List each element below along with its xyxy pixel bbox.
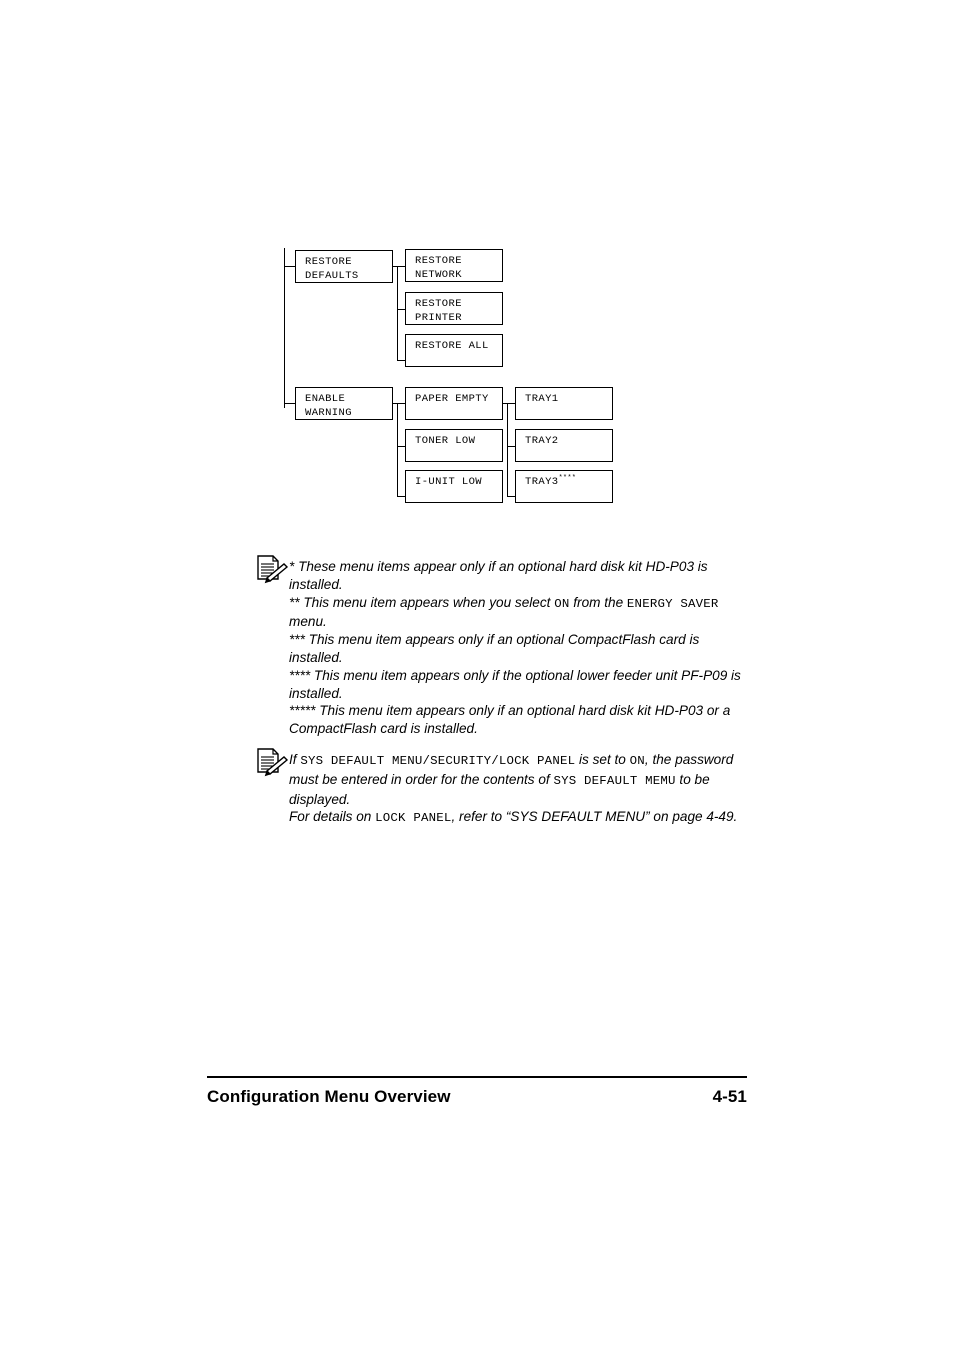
menu-node-tray2[interactable]: TRAY2 <box>515 429 613 462</box>
tree-trunk-tray-children <box>507 403 508 497</box>
note-line: If SYS DEFAULT MENU/SECURITY/LOCK PANEL … <box>289 752 734 807</box>
note-line: ** This menu item appears when you selec… <box>289 594 719 630</box>
note-pen-icon <box>255 747 289 777</box>
note-lock-panel-text: If SYS DEFAULT MENU/SECURITY/LOCK PANEL … <box>289 745 755 828</box>
tree-trunk-level1 <box>284 248 285 408</box>
menu-node-restore-all[interactable]: RESTORE ALL <box>405 334 503 367</box>
footer-section-title: Configuration Menu Overview <box>207 1087 451 1106</box>
menu-node-tray3[interactable]: TRAY3**** <box>515 470 613 503</box>
menu-node-enable-warning[interactable]: ENABLE WARNING <box>295 387 393 420</box>
note-pen-icon <box>255 554 289 584</box>
note-block-lock-panel: If SYS DEFAULT MENU/SECURITY/LOCK PANEL … <box>255 745 755 828</box>
tree-trunk-restore-defaults-children <box>397 266 398 361</box>
menu-node-toner-low[interactable]: TONER LOW <box>405 429 503 462</box>
menu-node-i-unit-low[interactable]: I-UNIT LOW <box>405 470 503 503</box>
note-line: *** This menu item appears only if an op… <box>289 632 700 665</box>
menu-node-tray1[interactable]: TRAY1 <box>515 387 613 420</box>
menu-node-restore-network[interactable]: RESTORE NETWORK <box>405 249 503 282</box>
footer-divider <box>207 1076 747 1078</box>
menu-node-tray3-label: TRAY3 <box>525 476 559 488</box>
note-line: ***** This menu item appears only if an … <box>289 703 731 737</box>
note-footnotes-text: * These menu items appear only if an opt… <box>289 552 755 738</box>
menu-node-restore-printer[interactable]: RESTORE PRINTER <box>405 292 503 325</box>
footer-page-number: 4-51 <box>712 1087 747 1106</box>
menu-node-tray3-footnote-marker: **** <box>558 474 577 483</box>
menu-node-paper-empty[interactable]: PAPER EMPTY <box>405 387 503 420</box>
page-footer: Configuration Menu Overview 4-51 <box>207 1076 747 1107</box>
tree-trunk-enable-warning-children <box>397 403 398 497</box>
menu-node-restore-defaults[interactable]: RESTORE DEFAULTS <box>295 250 393 283</box>
configuration-menu-tree-diagram: RESTORE DEFAULTS RESTORE NETWORK RESTORE… <box>0 0 954 540</box>
note-line: **** This menu item appears only if the … <box>289 667 741 701</box>
note-line: * These menu items appear only if an opt… <box>289 559 708 592</box>
note-line: For details on LOCK PANEL, refer to “SYS… <box>289 809 738 826</box>
note-block-footnotes: * These menu items appear only if an opt… <box>255 552 755 738</box>
